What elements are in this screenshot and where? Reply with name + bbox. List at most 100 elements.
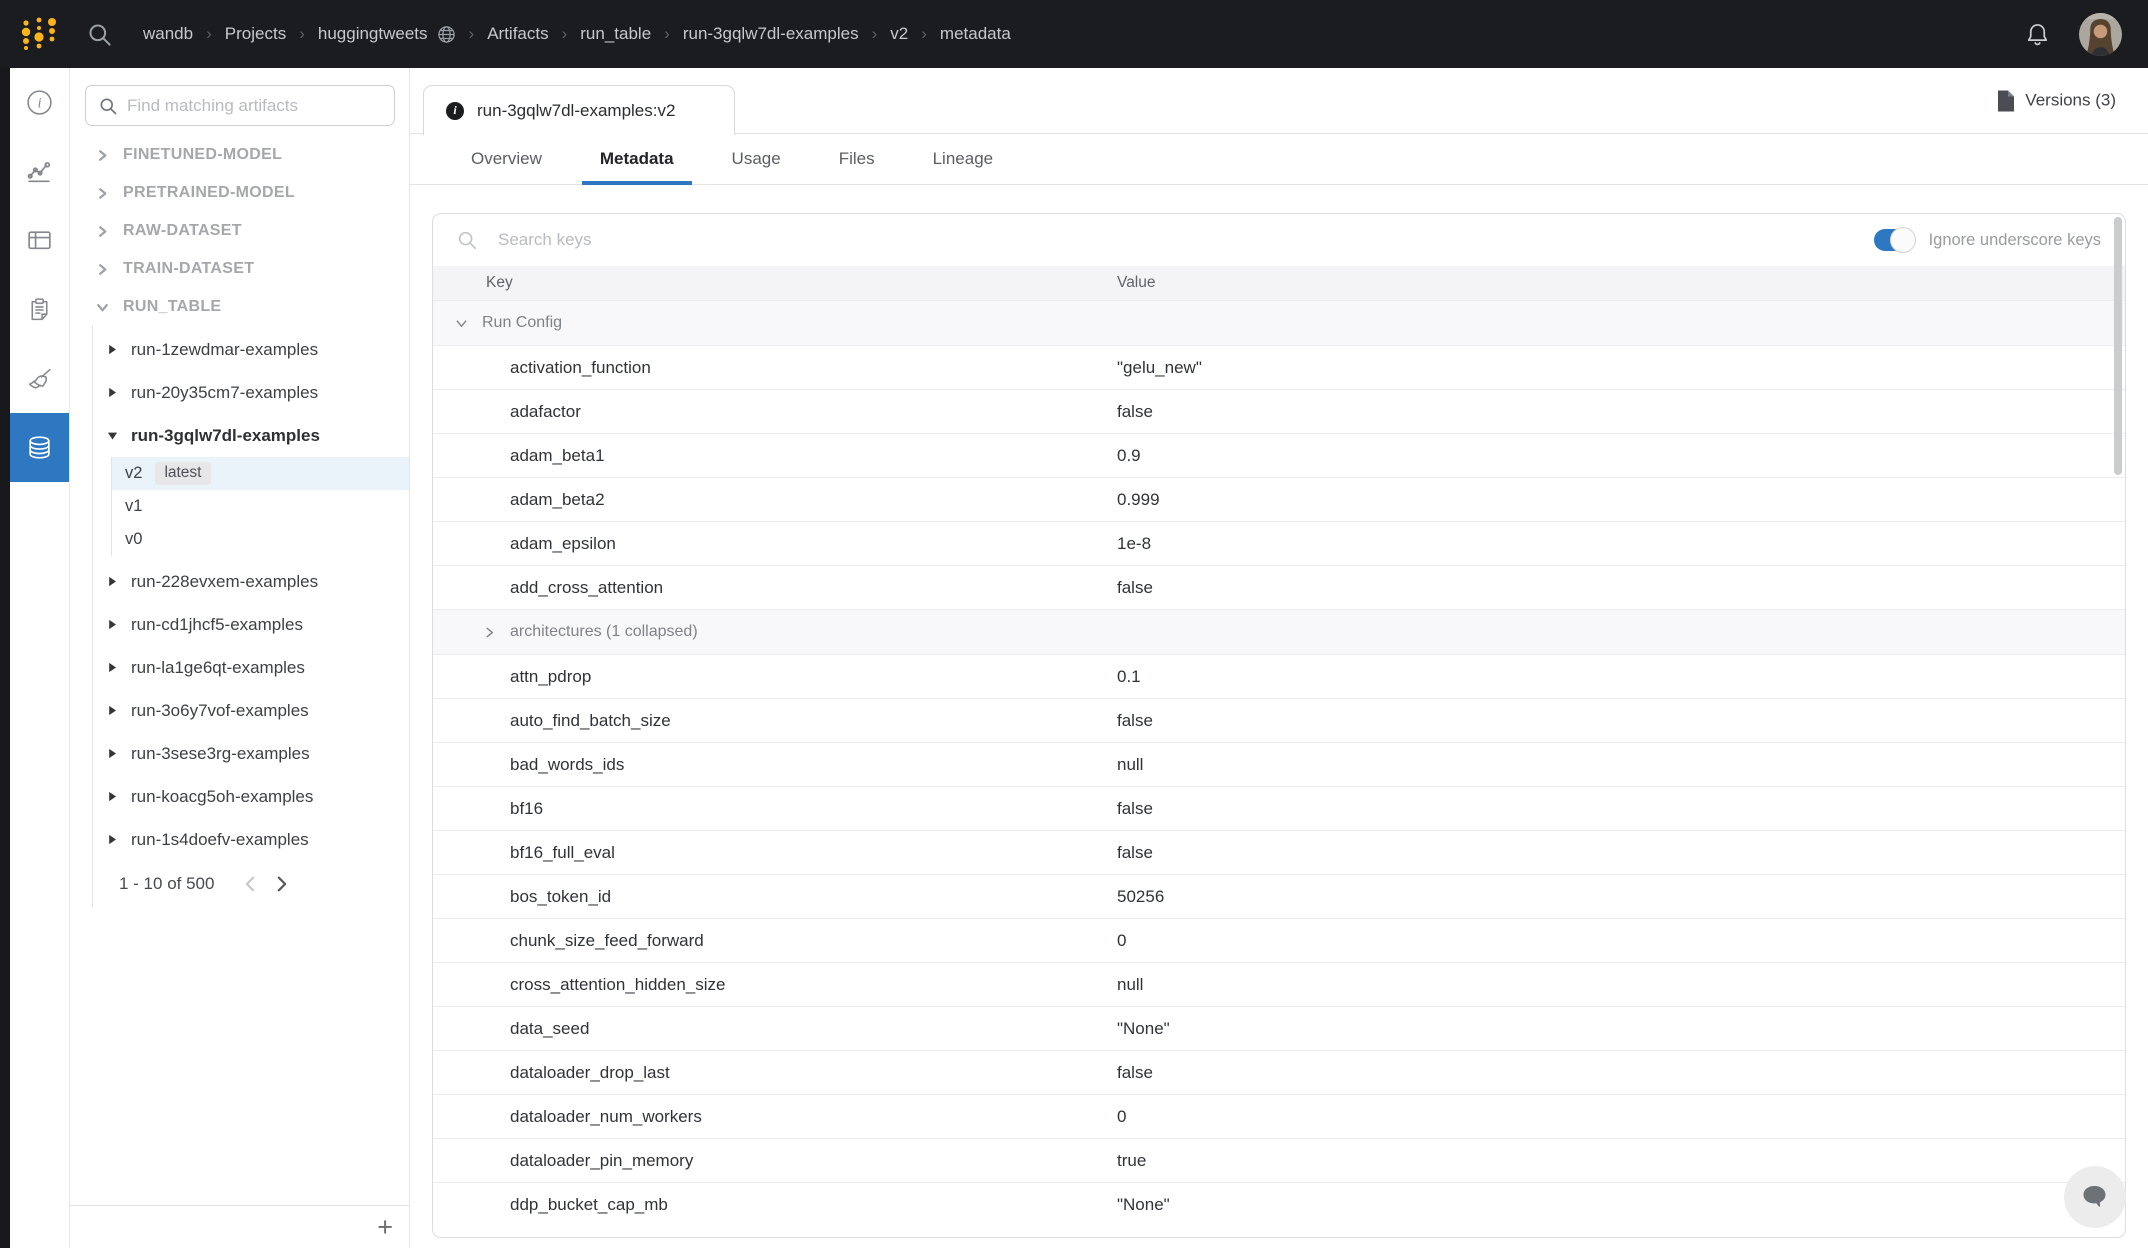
chat-bubble-icon bbox=[2077, 1179, 2113, 1215]
main-content: i run-3gqlw7dl-examples:v2 Versions (3) … bbox=[410, 68, 2148, 1248]
run-item-run-1s4doefv-examples[interactable]: run-1s4doefv-examples bbox=[93, 818, 409, 861]
run-item-label: run-228evxem-examples bbox=[131, 572, 318, 592]
run-item-run-20y35cm7-examples[interactable]: run-20y35cm7-examples bbox=[93, 371, 409, 414]
version-item-v1[interactable]: v1 bbox=[112, 490, 409, 523]
metadata-value: 0 bbox=[1117, 1107, 1126, 1127]
metadata-key: bf16 bbox=[510, 799, 543, 819]
metadata-value: false bbox=[1117, 1063, 1153, 1083]
sidebar-section-finetuned-model[interactable]: FINETUNED-MODEL bbox=[95, 136, 409, 174]
wandb-logo-icon[interactable] bbox=[18, 11, 60, 57]
rail-item-table-icon[interactable] bbox=[10, 206, 69, 275]
breadcrumb-item-label: v2 bbox=[890, 24, 908, 44]
pagination-prev-icon[interactable] bbox=[240, 874, 260, 894]
breadcrumb-item-v2[interactable]: v2 bbox=[890, 24, 908, 44]
rail-item-reports-clipboard-icon[interactable] bbox=[10, 275, 69, 344]
add-artifact-button[interactable]: + bbox=[377, 1214, 393, 1241]
chevron-right-icon bbox=[95, 224, 110, 239]
run-item-label: run-3gqlw7dl-examples bbox=[131, 426, 320, 446]
metadata-key: bos_token_id bbox=[510, 887, 611, 907]
triangle-right-icon bbox=[107, 791, 118, 802]
breadcrumb-item-label: Artifacts bbox=[487, 24, 548, 44]
metadata-key: ddp_bucket_cap_mb bbox=[510, 1195, 668, 1215]
artifact-search-input[interactable]: Find matching artifacts bbox=[85, 85, 395, 126]
nav-search-icon[interactable] bbox=[86, 21, 113, 48]
run-item-run-la1ge6qt-examples[interactable]: run-la1ge6qt-examples bbox=[93, 646, 409, 689]
sidebar-section-pretrained-model[interactable]: PRETRAINED-MODEL bbox=[95, 174, 409, 212]
file-icon bbox=[1997, 90, 2014, 111]
triangle-right-icon bbox=[107, 387, 118, 398]
triangle-right-icon bbox=[107, 344, 118, 355]
metadata-group-row[interactable]: Run Config bbox=[433, 300, 2125, 345]
run-item-label: run-koacg5oh-examples bbox=[131, 787, 313, 807]
tab-files[interactable]: Files bbox=[821, 134, 893, 184]
artifact-tab[interactable]: i run-3gqlw7dl-examples:v2 bbox=[423, 85, 735, 135]
user-avatar[interactable] bbox=[2079, 13, 2122, 56]
metadata-row: adafactorfalse bbox=[433, 389, 2125, 433]
rail-item-artifacts-database-icon[interactable] bbox=[10, 413, 69, 482]
breadcrumb-item-Projects[interactable]: Projects bbox=[225, 24, 286, 44]
wandb-artifact-page: wandb›Projects›huggingtweets›Artifacts›r… bbox=[0, 0, 2148, 1248]
run-item-run-228evxem-examples[interactable]: run-228evxem-examples bbox=[93, 560, 409, 603]
sidebar-section-label: TRAIN-DATASET bbox=[123, 260, 254, 278]
breadcrumb-item-run-3gqlw7dl-examples[interactable]: run-3gqlw7dl-examples bbox=[683, 24, 859, 44]
sidebar-section-raw-dataset[interactable]: RAW-DATASET bbox=[95, 212, 409, 250]
metadata-value: 0.999 bbox=[1117, 490, 1160, 510]
rail-item-info-icon[interactable]: i bbox=[10, 68, 69, 137]
run-item-run-koacg5oh-examples[interactable]: run-koacg5oh-examples bbox=[93, 775, 409, 818]
breadcrumb-item-run_table[interactable]: run_table bbox=[580, 24, 651, 44]
versions-button[interactable]: Versions (3) bbox=[1991, 89, 2122, 112]
tab-usage[interactable]: Usage bbox=[714, 134, 799, 184]
icon-rail: i bbox=[10, 68, 70, 1248]
breadcrumb-separator: › bbox=[469, 24, 475, 44]
artifacts-database-icon bbox=[25, 433, 54, 462]
triangle-right-icon bbox=[107, 619, 118, 630]
metadata-search-input[interactable]: Search keys bbox=[498, 230, 592, 250]
breadcrumb-separator: › bbox=[206, 24, 212, 44]
run-item-run-3o6y7vof-examples[interactable]: run-3o6y7vof-examples bbox=[93, 689, 409, 732]
run-item-run-3gqlw7dl-examples[interactable]: run-3gqlw7dl-examples bbox=[93, 414, 409, 457]
metadata-group-row[interactable]: architectures (1 collapsed) bbox=[433, 609, 2125, 654]
scrollbar[interactable] bbox=[2114, 217, 2122, 475]
version-item-v0[interactable]: v0 bbox=[112, 523, 409, 556]
breadcrumb-item-huggingtweets[interactable]: huggingtweets bbox=[318, 24, 456, 44]
breadcrumb-separator: › bbox=[664, 24, 670, 44]
triangle-right-icon bbox=[107, 662, 118, 673]
metadata-value: 0.1 bbox=[1117, 667, 1141, 687]
sweeps-broom-icon bbox=[25, 364, 54, 393]
run-item-run-3sese3rg-examples[interactable]: run-3sese3rg-examples bbox=[93, 732, 409, 775]
chat-button[interactable] bbox=[2064, 1166, 2126, 1228]
tab-lineage[interactable]: Lineage bbox=[915, 134, 1012, 184]
ignore-underscore-toggle[interactable] bbox=[1874, 229, 1914, 251]
metadata-row: chunk_size_feed_forward0 bbox=[433, 918, 2125, 962]
sidebar-section-run_table[interactable]: RUN_TABLE bbox=[95, 288, 409, 326]
tab-metadata[interactable]: Metadata bbox=[582, 134, 692, 184]
breadcrumb-item-metadata[interactable]: metadata bbox=[940, 24, 1011, 44]
triangle-down-icon bbox=[107, 430, 118, 441]
metadata-row: bos_token_id50256 bbox=[433, 874, 2125, 918]
metadata-row: adam_beta20.999 bbox=[433, 477, 2125, 521]
metadata-row: adam_beta10.9 bbox=[433, 433, 2125, 477]
run-item-run-cd1jhcf5-examples[interactable]: run-cd1jhcf5-examples bbox=[93, 603, 409, 646]
rail-item-sweeps-broom-icon[interactable] bbox=[10, 344, 69, 413]
metadata-key: activation_function bbox=[510, 358, 651, 378]
breadcrumb-item-label: run_table bbox=[580, 24, 651, 44]
version-item-v2[interactable]: v2latest bbox=[112, 457, 409, 490]
metadata-table-body: Run Configactivation_function"gelu_new"a… bbox=[433, 300, 2125, 1226]
metadata-row: dataloader_num_workers0 bbox=[433, 1094, 2125, 1138]
pagination: 1 - 10 of 500 bbox=[119, 861, 409, 907]
breadcrumb-item-Artifacts[interactable]: Artifacts bbox=[487, 24, 548, 44]
breadcrumb-item-wandb[interactable]: wandb bbox=[143, 24, 193, 44]
notifications-bell-icon[interactable] bbox=[2024, 21, 2051, 48]
metadata-key: bad_words_ids bbox=[510, 755, 624, 775]
metadata-table-header: Key Value bbox=[433, 266, 2125, 300]
tab-overview[interactable]: Overview bbox=[453, 134, 560, 184]
metadata-value: false bbox=[1117, 711, 1153, 731]
metadata-value: false bbox=[1117, 843, 1153, 863]
rail-item-line-chart-icon[interactable] bbox=[10, 137, 69, 206]
left-edge-strip bbox=[0, 68, 10, 1248]
sidebar-section-train-dataset[interactable]: TRAIN-DATASET bbox=[95, 250, 409, 288]
run-item-run-1zewdmar-examples[interactable]: run-1zewdmar-examples bbox=[93, 328, 409, 371]
artifact-sidebar: Find matching artifacts FINETUNED-MODELP… bbox=[70, 68, 410, 1248]
pagination-next-icon[interactable] bbox=[272, 874, 292, 894]
globe-icon bbox=[437, 25, 456, 44]
